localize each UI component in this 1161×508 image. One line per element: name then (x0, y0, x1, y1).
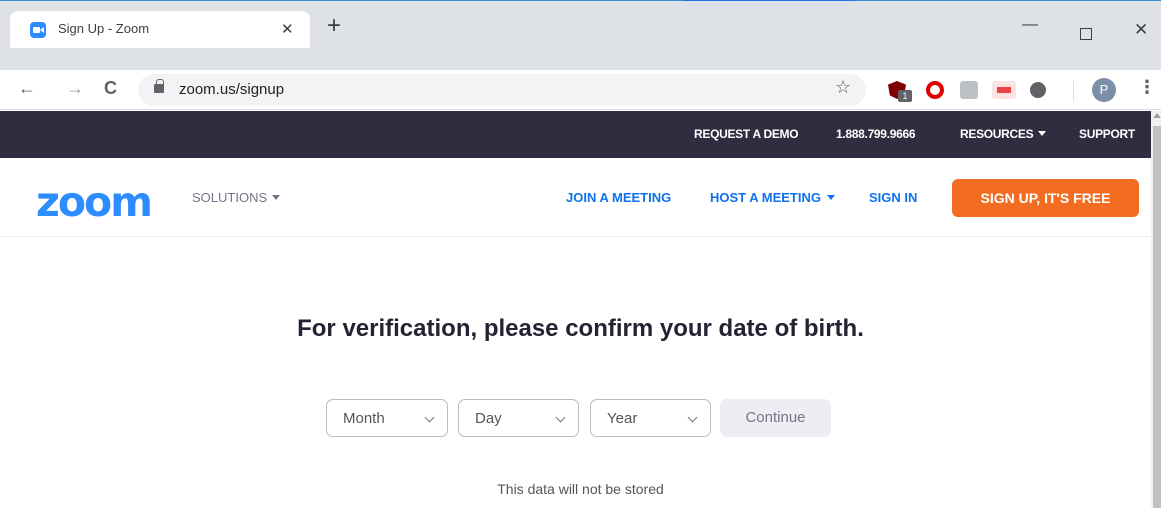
lock-icon[interactable] (154, 79, 164, 93)
privacy-note: This data will not be stored (0, 481, 1151, 497)
heading-text: For verification, please confirm your da… (297, 315, 864, 342)
request-demo-link[interactable]: REQUEST A DEMO (694, 127, 799, 141)
caret-down-icon (1038, 131, 1047, 136)
resources-menu[interactable]: RESOURCES (960, 127, 1047, 141)
browser-window: Sign Up - Zoom ✕ + — ✕ ← → C zoom.us/sig… (0, 0, 1161, 508)
minimize-button[interactable]: — (1022, 16, 1038, 34)
main-navigation: zoom SOLUTIONS JOIN A MEETING HOST A MEE… (0, 158, 1151, 237)
note-text: This data will not be stored (497, 481, 664, 497)
continue-button[interactable]: Continue (720, 399, 831, 437)
month-select-label: Month (343, 410, 385, 427)
caption-extension-icon[interactable] (960, 81, 978, 99)
scrollbar-thumb[interactable] (1153, 126, 1161, 508)
extension-badge: 1 (898, 90, 912, 102)
year-select[interactable]: Year (590, 399, 711, 437)
page-heading: For verification, please confirm your da… (0, 315, 1151, 343)
browser-menu-icon[interactable]: ⋮ (1138, 77, 1156, 98)
new-tab-button[interactable]: + (327, 14, 341, 38)
chevron-down-icon (687, 412, 698, 423)
zoom-logo[interactable]: zoom (36, 178, 153, 226)
host-meeting-menu[interactable]: HOST A MEETING (710, 190, 835, 205)
sign-in-link[interactable]: SIGN IN (869, 190, 917, 205)
web-page: REQUEST A DEMO 1.888.799.9666 RESOURCES … (0, 111, 1151, 508)
forward-arrow-icon[interactable]: → (66, 78, 84, 99)
bookmark-star-icon[interactable]: ☆ (835, 77, 851, 98)
profile-avatar[interactable]: P (1092, 78, 1116, 102)
solutions-menu[interactable]: SOLUTIONS (192, 190, 281, 205)
zoom-favicon-icon (30, 22, 46, 38)
support-link[interactable]: SUPPORT (1079, 127, 1135, 141)
day-select-label: Day (475, 410, 502, 427)
close-window-button[interactable]: ✕ (1134, 20, 1148, 40)
caret-down-icon (272, 195, 281, 200)
reload-icon[interactable]: C (104, 78, 117, 99)
toolbar-divider (1073, 81, 1074, 101)
url-text[interactable]: zoom.us/signup (179, 81, 284, 98)
month-select[interactable]: Month (326, 399, 448, 437)
resources-label: RESOURCES (960, 127, 1034, 141)
phone-link[interactable]: 1.888.799.9666 (836, 127, 916, 141)
host-meeting-label: HOST A MEETING (710, 190, 821, 205)
opera-extension-icon[interactable] (926, 81, 944, 99)
tab-close-icon[interactable]: ✕ (281, 20, 294, 38)
tab-strip: Sign Up - Zoom ✕ + — ✕ (0, 1, 1161, 70)
back-arrow-icon[interactable]: ← (18, 78, 36, 99)
caret-down-icon (826, 195, 835, 200)
top-utility-bar: REQUEST A DEMO 1.888.799.9666 RESOURCES … (0, 111, 1151, 158)
circle-extension-icon[interactable] (1030, 82, 1046, 98)
maximize-button[interactable] (1080, 28, 1092, 40)
scroll-up-arrow-icon[interactable] (1153, 113, 1161, 118)
chevron-down-icon (555, 412, 566, 423)
sign-up-button[interactable]: SIGN UP, IT'S FREE (952, 179, 1139, 217)
browser-toolbar: ← → C zoom.us/signup ☆ 1 P ⋮ (0, 70, 1161, 110)
year-select-label: Year (607, 410, 638, 427)
address-bar[interactable]: zoom.us/signup ☆ (138, 74, 866, 106)
solutions-label: SOLUTIONS (192, 190, 268, 205)
pdf-extension-icon[interactable] (992, 81, 1016, 99)
tab-title: Sign Up - Zoom (58, 21, 150, 36)
day-select[interactable]: Day (458, 399, 579, 437)
join-meeting-link[interactable]: JOIN A MEETING (566, 190, 671, 205)
chevron-down-icon (424, 412, 435, 423)
tab-sign-up[interactable]: Sign Up - Zoom ✕ (10, 11, 310, 48)
